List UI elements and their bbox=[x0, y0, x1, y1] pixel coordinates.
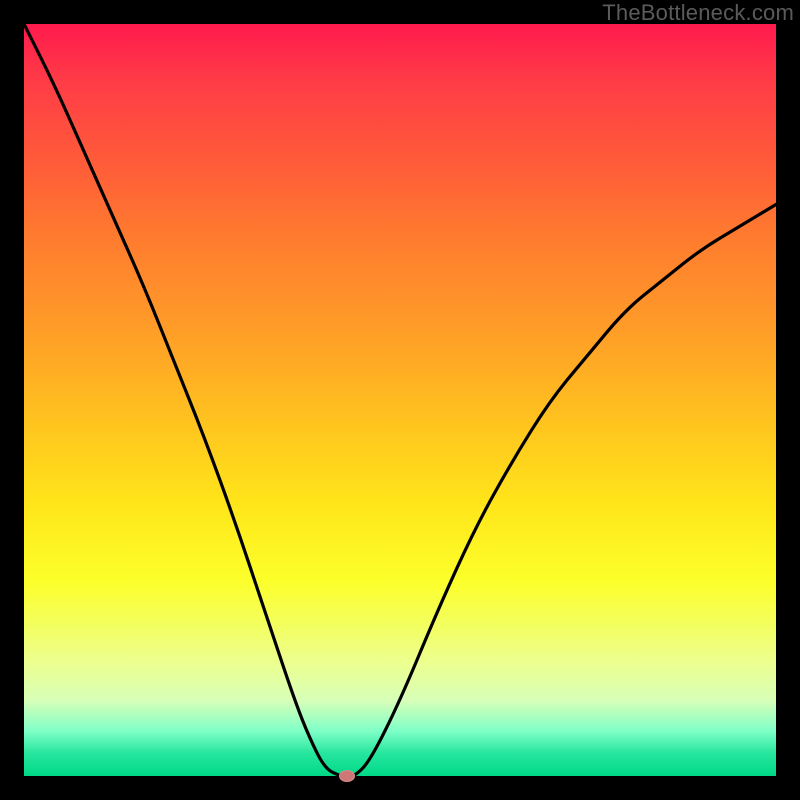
bottleneck-curve bbox=[24, 24, 776, 776]
chart-frame: TheBottleneck.com bbox=[0, 0, 800, 800]
plot-area bbox=[24, 24, 776, 776]
watermark-text: TheBottleneck.com bbox=[602, 0, 794, 26]
optimal-point-marker bbox=[339, 770, 355, 782]
